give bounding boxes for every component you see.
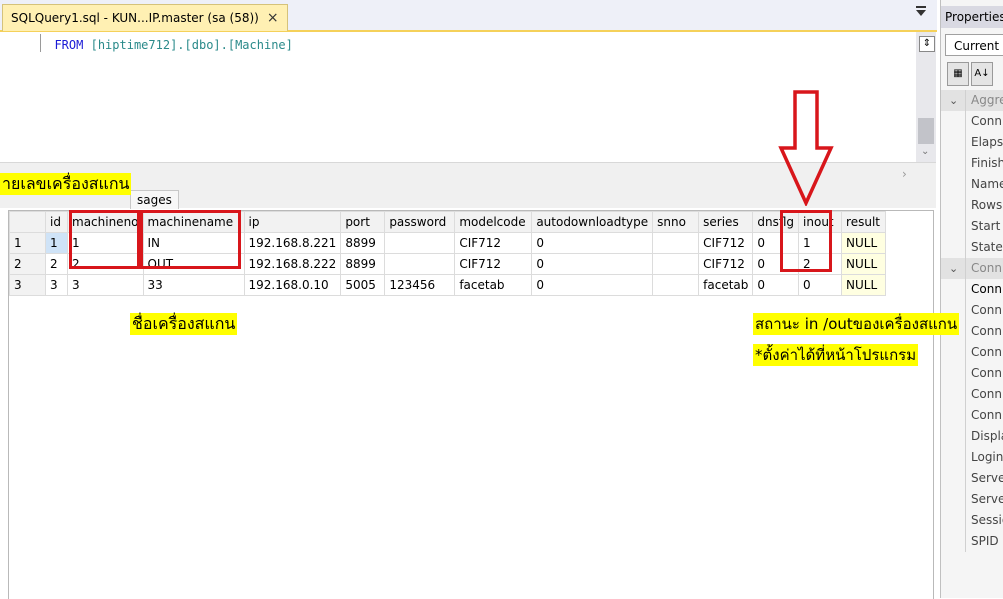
table-cell[interactable]: NULL — [841, 232, 887, 254]
scroll-down-icon[interactable]: ⌄ — [921, 146, 929, 157]
property-row[interactable]: Sessio — [941, 510, 1003, 531]
inout-annotation-line1: สถานะ in /outของเครื่องสแกน — [753, 313, 960, 335]
column-header[interactable]: autodownloadtype — [531, 211, 654, 233]
property-row[interactable]: Conn — [941, 363, 1003, 384]
table-cell[interactable]: CIF712 — [698, 253, 754, 275]
property-row[interactable]: Conn — [941, 279, 1003, 300]
machinename-highlight-box — [140, 210, 241, 269]
column-header[interactable] — [9, 211, 46, 233]
query-document-tab[interactable]: SQLQuery1.sql - KUN...IP.master (sa (58)… — [2, 4, 288, 31]
table-cell[interactable]: NULL — [841, 274, 887, 296]
table-cell[interactable]: 33 — [142, 274, 245, 296]
tab-messages[interactable]: sages — [130, 190, 179, 209]
property-row[interactable]: SPID — [941, 531, 1003, 552]
machineno-highlight-box — [69, 210, 140, 269]
categorized-icon[interactable]: ▦ — [947, 62, 969, 86]
table-cell[interactable]: 5005 — [340, 274, 386, 296]
down-arrow-icon — [778, 90, 834, 206]
sql-keyword: FROM — [54, 38, 84, 52]
sql-object-name: [hiptime712].[dbo].[Machine] — [90, 38, 293, 52]
table-cell[interactable]: 123456 — [384, 274, 456, 296]
property-row[interactable]: Login — [941, 447, 1003, 468]
property-row[interactable]: Conn — [941, 384, 1003, 405]
table-cell[interactable] — [652, 232, 700, 254]
table-cell[interactable]: 8899 — [340, 232, 386, 254]
column-header[interactable]: ip — [243, 211, 342, 233]
machinename-annotation: ชื่อเครื่องสแกน — [130, 313, 238, 335]
property-row[interactable]: Serve — [941, 468, 1003, 489]
properties-title: Properties — [941, 6, 1003, 28]
property-row[interactable]: Conn — [941, 405, 1003, 426]
table-cell[interactable]: 192.168.8.222 — [243, 253, 342, 275]
property-row[interactable]: Serve — [941, 489, 1003, 510]
table-cell[interactable]: 192.168.0.10 — [243, 274, 342, 296]
table-cell[interactable]: 0 — [798, 274, 843, 296]
table-cell[interactable]: 0 — [531, 274, 654, 296]
property-row[interactable]: Elapse — [941, 132, 1003, 153]
column-header[interactable]: id — [45, 211, 68, 233]
row-number[interactable]: 1 — [9, 232, 46, 254]
table-cell[interactable] — [652, 274, 700, 296]
code-line-from: FROM [hiptime712].[dbo].[Machine] — [40, 38, 293, 52]
properties-pane: Properties Current c ▦ A↓ ⌄Aggre Conn El… — [940, 0, 1003, 598]
table-cell[interactable]: 1 — [45, 232, 68, 254]
property-row[interactable]: Name — [941, 174, 1003, 195]
chevron-down-icon[interactable]: ⌄ — [949, 90, 958, 111]
table-cell[interactable]: 0 — [531, 232, 654, 254]
close-icon[interactable]: × — [267, 11, 279, 25]
property-row[interactable]: Conn — [941, 342, 1003, 363]
inout-annotation-line2: *ตั้งค่าได้ที่หน้าโปรแกรม — [753, 344, 919, 366]
property-row[interactable]: Displa — [941, 426, 1003, 447]
document-tab-strip: SQLQuery1.sql - KUN...IP.master (sa (58)… — [0, 0, 937, 32]
table-cell[interactable]: CIF712 — [454, 232, 533, 254]
property-row[interactable]: Start t — [941, 216, 1003, 237]
table-cell[interactable]: 3 — [45, 274, 68, 296]
table-cell[interactable] — [652, 253, 700, 275]
machineno-annotation: ายเลขเครื่องสแกน — [0, 173, 132, 195]
table-cell[interactable] — [384, 232, 456, 254]
table-cell[interactable]: 8899 — [340, 253, 386, 275]
table-cell[interactable]: 0 — [752, 274, 800, 296]
table-cell[interactable]: CIF712 — [454, 253, 533, 275]
tab-dropdown-icon[interactable] — [916, 6, 926, 16]
table-cell[interactable]: CIF712 — [698, 232, 754, 254]
table-cell[interactable]: facetab — [698, 274, 754, 296]
inout-highlight-box — [780, 210, 832, 272]
table-cell[interactable]: 2 — [45, 253, 68, 275]
scrollbar-thumb[interactable] — [918, 118, 934, 144]
row-number[interactable]: 3 — [9, 274, 46, 296]
properties-category[interactable]: ⌄ Aggre — [941, 90, 1003, 111]
alphabetical-sort-icon[interactable]: A↓ — [971, 62, 993, 86]
table-cell[interactable] — [384, 253, 456, 275]
split-editor-icon[interactable]: ⇕ — [919, 36, 935, 52]
table-cell[interactable]: 192.168.8.221 — [243, 232, 342, 254]
properties-object-select[interactable]: Current c — [945, 34, 1003, 56]
chevron-right-icon[interactable]: › — [902, 167, 907, 181]
column-header[interactable]: snno — [652, 211, 700, 233]
table-cell[interactable]: 3 — [67, 274, 144, 296]
property-row[interactable]: Conn — [941, 111, 1003, 132]
property-divider — [965, 90, 966, 552]
chevron-down-icon[interactable]: ⌄ — [949, 258, 958, 279]
property-row[interactable]: Rows — [941, 195, 1003, 216]
properties-category[interactable]: ⌄ Conn — [941, 258, 1003, 279]
table-cell[interactable]: 0 — [531, 253, 654, 275]
column-header[interactable]: series — [698, 211, 754, 233]
table-row[interactable]: 3 3 3 33 192.168.0.10 5005 123456 faceta… — [9, 274, 887, 296]
property-row[interactable]: State — [941, 237, 1003, 258]
column-header[interactable]: modelcode — [454, 211, 533, 233]
table-cell[interactable]: NULL — [841, 253, 887, 275]
column-header[interactable]: port — [340, 211, 386, 233]
table-cell[interactable]: facetab — [454, 274, 533, 296]
query-tab-title: SQLQuery1.sql - KUN...IP.master (sa (58)… — [11, 11, 259, 25]
column-header[interactable]: result — [841, 211, 887, 233]
column-header[interactable]: password — [384, 211, 456, 233]
row-number[interactable]: 2 — [9, 253, 46, 275]
property-row[interactable]: Finish — [941, 153, 1003, 174]
